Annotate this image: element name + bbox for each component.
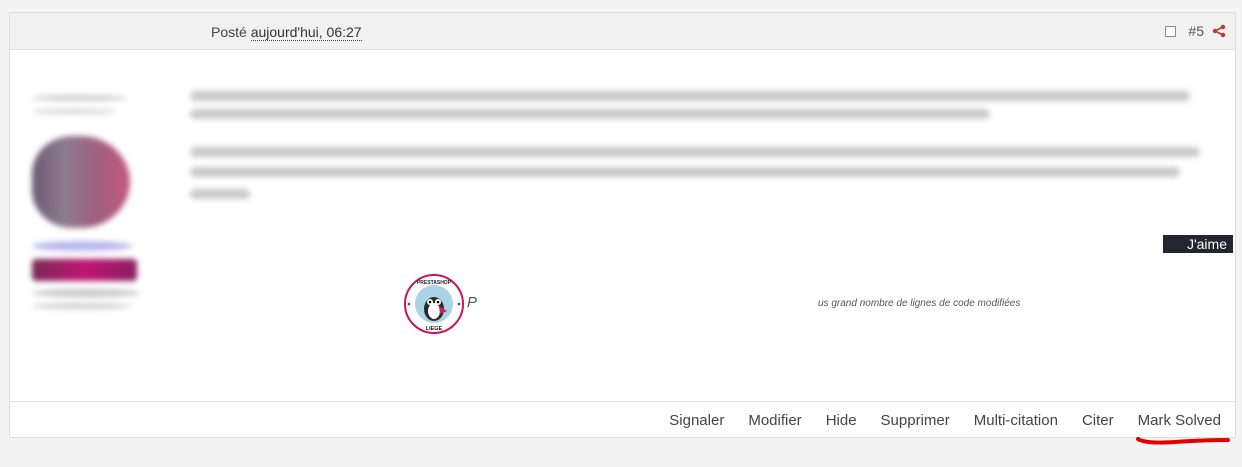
forum-post: Posté aujourd'hui, 06:27 #5 J'aime PREST… bbox=[9, 12, 1236, 438]
mark-solved-button[interactable]: Mark Solved bbox=[1138, 412, 1221, 429]
post-footer: Signaler Modifier Hide Supprimer Multi-c… bbox=[10, 401, 1235, 439]
post-number-link[interactable]: #5 bbox=[1188, 23, 1204, 39]
delete-button[interactable]: Supprimer bbox=[881, 412, 950, 429]
prestashop-liege-logo: PRESTASHOP LIEGE bbox=[404, 274, 464, 334]
report-button[interactable]: Signaler bbox=[669, 412, 724, 429]
logo-bottom-text: LIEGE bbox=[426, 326, 443, 332]
post-content-blurred bbox=[190, 83, 1210, 203]
edit-button[interactable]: Modifier bbox=[748, 412, 801, 429]
logo-top-text: PRESTASHOP bbox=[417, 280, 452, 286]
posted-label: Posté bbox=[211, 24, 247, 40]
signature-text: us grand nombre de lignes de code modifi… bbox=[818, 298, 1021, 309]
multiquote-button[interactable]: Multi-citation bbox=[974, 412, 1058, 429]
hide-button[interactable]: Hide bbox=[826, 412, 857, 429]
select-post-checkbox[interactable] bbox=[1165, 25, 1177, 37]
author-panel-blurred bbox=[32, 91, 142, 311]
post-date: Posté aujourd'hui, 06:27 bbox=[211, 24, 362, 41]
posted-time-link[interactable]: aujourd'hui, 06:27 bbox=[250, 24, 362, 41]
post-header: Posté aujourd'hui, 06:27 #5 bbox=[10, 13, 1235, 50]
signature-initial: P bbox=[467, 294, 478, 311]
like-button[interactable]: J'aime bbox=[1163, 235, 1233, 253]
red-highlight-underline bbox=[1136, 437, 1230, 445]
share-icon[interactable] bbox=[1212, 24, 1226, 38]
quote-button[interactable]: Citer bbox=[1082, 412, 1114, 429]
post-header-tools: #5 bbox=[1165, 23, 1226, 39]
avatar[interactable] bbox=[32, 136, 130, 228]
